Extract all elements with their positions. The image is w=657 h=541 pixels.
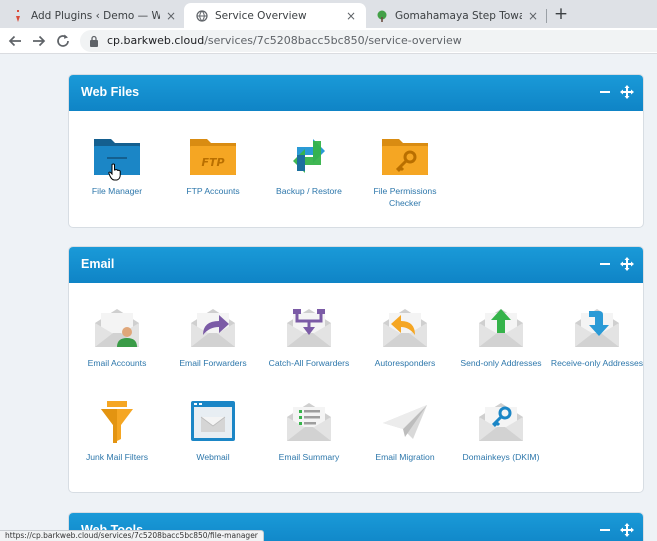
tab-service-overview[interactable]: Service Overview × — [184, 3, 366, 28]
reload-icon[interactable] — [54, 32, 72, 50]
email-accounts-icon — [91, 305, 143, 347]
autoresponders-icon — [379, 305, 431, 351]
email-header: Email — [69, 247, 643, 283]
minimize-icon[interactable] — [597, 84, 613, 100]
new-tab-button[interactable]: + — [550, 5, 572, 25]
catch-all-icon — [283, 309, 335, 351]
paper-plane-icon — [383, 405, 427, 439]
lock-icon — [90, 35, 98, 47]
email-forwarders-icon — [187, 305, 239, 351]
panel-title: Web Files — [81, 85, 140, 99]
junk-mail-filters-item[interactable]: Junk Mail Filters — [69, 399, 165, 463]
funnel-icon — [101, 401, 133, 443]
close-tab-icon[interactable]: × — [526, 9, 540, 23]
browser-toolbar: cp.barkweb.cloud/services/7c5208bacc5bc8… — [0, 28, 657, 54]
url-text: cp.barkweb.cloud/services/7c5208bacc5bc8… — [107, 34, 462, 47]
minimize-icon[interactable] — [597, 256, 613, 272]
move-icon[interactable] — [619, 522, 635, 538]
send-only-addresses-item[interactable]: Send-only Addresses — [453, 305, 549, 369]
webmail-icon — [191, 401, 235, 441]
dkim-key-icon — [475, 399, 527, 445]
key-folder-icon — [382, 139, 428, 175]
web-files-panel: Web Files File Manager FTP FTP Accounts — [68, 74, 644, 228]
autoresponders-item[interactable]: Autoresponders — [357, 305, 453, 369]
email-accounts-item[interactable]: Email Accounts — [69, 305, 165, 369]
receive-only-addresses-item[interactable]: Receive-only Addresses — [549, 305, 643, 369]
minimize-icon[interactable] — [597, 522, 613, 538]
ftp-folder-icon: FTP — [190, 139, 236, 175]
forward-arrow-icon[interactable] — [30, 32, 48, 50]
tab-strip: Add Plugins ‹ Demo — WordPre × Service O… — [0, 0, 657, 28]
backup-restore-item[interactable]: Backup / Restore — [261, 133, 357, 197]
file-permissions-checker-item[interactable]: File Permissions Checker — [357, 133, 453, 209]
close-tab-icon[interactable]: × — [344, 9, 358, 23]
move-icon[interactable] — [619, 256, 635, 272]
catch-all-forwarders-item[interactable]: Catch-All Forwarders — [261, 305, 357, 369]
domainkeys-dkim-item[interactable]: Domainkeys (DKIM) — [453, 399, 549, 463]
web-files-header: Web Files — [69, 75, 643, 111]
email-panel: Email Email Accounts Email Forwarders Ca… — [68, 246, 644, 493]
email-summary-icon — [283, 399, 335, 445]
globe-icon — [196, 9, 208, 22]
close-tab-icon[interactable]: × — [164, 9, 178, 23]
email-forwarders-item[interactable]: Email Forwarders — [165, 305, 261, 369]
back-arrow-icon[interactable] — [6, 32, 24, 50]
tree-tab-icon — [377, 10, 387, 22]
status-bar-link: https://cp.barkweb.cloud/services/7c5208… — [0, 530, 264, 541]
backup-restore-icon — [293, 139, 325, 173]
panel-title: Email — [81, 257, 115, 271]
ftp-accounts-item[interactable]: FTP FTP Accounts — [165, 133, 261, 197]
receive-only-icon — [571, 305, 623, 351]
address-bar[interactable]: cp.barkweb.cloud/services/7c5208bacc5bc8… — [80, 30, 657, 52]
hand-cursor-icon — [108, 163, 121, 181]
email-summary-item[interactable]: Email Summary — [261, 399, 357, 463]
email-migration-item[interactable]: Email Migration — [357, 399, 453, 463]
move-icon[interactable] — [619, 84, 635, 100]
webmail-item[interactable]: Webmail — [165, 399, 261, 463]
svg-text:FTP: FTP — [201, 156, 224, 169]
send-only-icon — [475, 309, 527, 351]
tab-gomahamaya[interactable]: Gomahamaya Step Toward Pro B × — [364, 3, 548, 28]
tab-separator — [546, 9, 547, 23]
wordpress-tab-icon — [16, 9, 20, 22]
tab-add-plugins[interactable]: Add Plugins ‹ Demo — WordPre × — [0, 3, 186, 28]
